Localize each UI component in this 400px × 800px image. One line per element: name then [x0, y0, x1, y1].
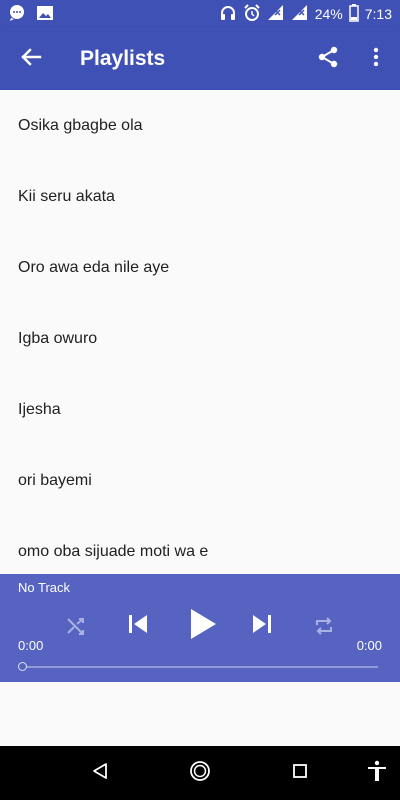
play-button[interactable]: [184, 606, 222, 646]
mini-player: No Track 0:00 0:00: [0, 574, 400, 682]
elapsed-time: 0:00: [18, 638, 44, 653]
signal-icon: [267, 4, 285, 25]
alarm-icon: [243, 3, 261, 25]
signal-icon: [291, 4, 309, 25]
status-left: [8, 4, 54, 25]
nav-recents-button[interactable]: [275, 746, 325, 800]
system-nav-bar: [0, 746, 400, 800]
seek-bar[interactable]: [22, 666, 378, 668]
skip-next-icon: [250, 612, 274, 641]
play-icon: [188, 607, 218, 646]
back-arrow-icon: [20, 46, 42, 73]
playlist-item[interactable]: Oro awa eda nile aye: [0, 232, 400, 303]
track-title: No Track: [18, 580, 71, 595]
playlist-item[interactable]: Igba owuro: [0, 303, 400, 374]
playlist-item[interactable]: Kii seru akata: [0, 161, 400, 232]
accessibility-icon: [366, 760, 388, 787]
shuffle-icon: [65, 615, 87, 642]
previous-button[interactable]: [124, 612, 152, 640]
playlist-item[interactable]: Ijesha: [0, 374, 400, 445]
seek-thumb[interactable]: [18, 662, 27, 671]
playlist-item[interactable]: ori bayemi: [0, 445, 400, 516]
battery-icon: [349, 3, 359, 25]
status-bar: 24% 7:13: [0, 0, 400, 28]
shuffle-button[interactable]: [62, 614, 90, 642]
back-button[interactable]: [0, 28, 62, 90]
battery-percent: 24%: [314, 6, 343, 22]
image-icon: [36, 4, 54, 25]
app-bar: Playlists: [0, 28, 400, 90]
skip-previous-icon: [126, 612, 150, 641]
nav-recents-icon: [292, 763, 308, 784]
empty-space: [0, 682, 400, 746]
playlist-list[interactable]: Osika gbagbe ola Kii seru akata Oro awa …: [0, 90, 400, 574]
total-duration: 0:00: [356, 638, 382, 653]
page-title: Playlists: [80, 47, 166, 70]
more-vert-icon: [373, 47, 379, 72]
repeat-icon: [313, 615, 335, 642]
headphones-icon: [219, 4, 237, 25]
more-options-button[interactable]: [352, 28, 400, 90]
nav-home-icon: [189, 760, 211, 787]
accessibility-button[interactable]: [352, 746, 400, 800]
repeat-button[interactable]: [310, 614, 338, 642]
share-icon: [316, 45, 340, 74]
nav-home-button[interactable]: [175, 746, 225, 800]
playlist-item[interactable]: omo oba sijuade moti wa e: [0, 516, 400, 574]
status-right: 24% 7:13: [219, 3, 392, 25]
nav-back-icon: [91, 762, 109, 785]
playlist-item[interactable]: Osika gbagbe ola: [0, 90, 400, 161]
nav-back-button[interactable]: [75, 746, 125, 800]
chat-bubble-icon: [8, 4, 26, 25]
clock: 7:13: [364, 6, 392, 22]
next-button[interactable]: [248, 612, 276, 640]
share-button[interactable]: [304, 28, 352, 90]
